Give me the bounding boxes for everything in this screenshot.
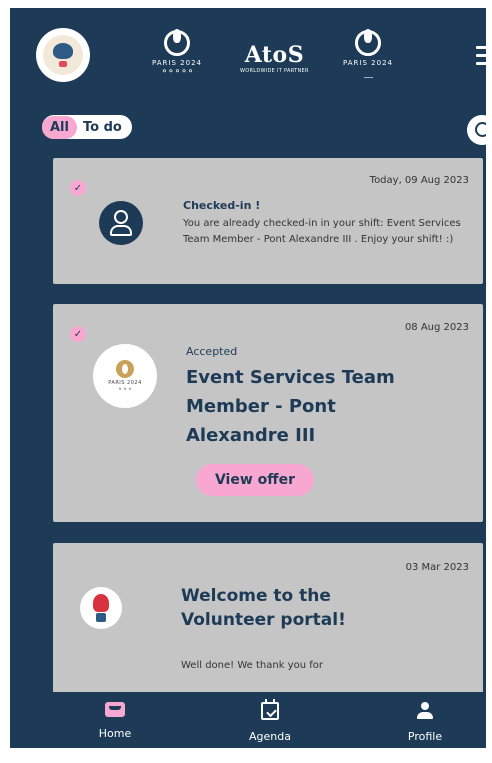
card-date: 08 Aug 2023 bbox=[404, 322, 469, 333]
search-icon[interactable] bbox=[467, 115, 486, 145]
atos-name: AtoS bbox=[244, 42, 305, 68]
atos-logo: AtoS WORLDWIDE IT PARTNER bbox=[240, 42, 309, 74]
hamburger-menu-icon[interactable] bbox=[476, 46, 486, 70]
mascot-avatar-icon bbox=[80, 587, 122, 629]
filter-todo-button[interactable]: To do bbox=[77, 120, 122, 135]
nav-home-label: Home bbox=[98, 727, 132, 740]
flame-icon bbox=[116, 359, 134, 378]
flame-icon bbox=[354, 29, 381, 56]
atos-tagline: WORLDWIDE IT PARTNER bbox=[240, 68, 309, 74]
bottom-navigation: Home Agenda Profile bbox=[10, 692, 486, 748]
home-inbox-icon bbox=[105, 702, 125, 717]
offer-accepted-card[interactable]: ✓ 08 Aug 2023 PARIS 2024 ⚬⚬⚬ Accepted Ev… bbox=[53, 304, 483, 522]
flame-icon bbox=[163, 29, 190, 56]
olympic-rings-icon: ⚬⚬⚬ bbox=[117, 385, 133, 393]
filter-all-button[interactable]: All bbox=[42, 115, 77, 139]
offer-title: Event Services Team Member - Pont Alexan… bbox=[186, 367, 395, 446]
nav-profile[interactable]: Profile bbox=[380, 692, 470, 743]
card-date: 03 Mar 2023 bbox=[405, 562, 469, 573]
user-icon bbox=[416, 702, 434, 720]
paris-2024-olympic-logo: PARIS 2024 ⚬⚬⚬⚬⚬ bbox=[152, 29, 202, 77]
offer-status: Accepted bbox=[186, 345, 238, 358]
check-icon: ✓ bbox=[70, 326, 86, 342]
paralympic-agitos-icon: ﹏ bbox=[363, 70, 373, 80]
olympic-logo-text: PARIS 2024 bbox=[152, 59, 202, 67]
calendar-check-icon bbox=[261, 699, 279, 720]
volunteer-avatar-icon bbox=[99, 201, 143, 245]
volunteer-badge-logo bbox=[36, 28, 90, 82]
welcome-card[interactable]: 03 Mar 2023 Welcome to the Volunteer por… bbox=[53, 543, 483, 703]
volunteer-mascot-icon bbox=[43, 35, 83, 75]
app-header: PARIS 2024 ⚬⚬⚬⚬⚬ AtoS WORLDWIDE IT PARTN… bbox=[10, 8, 486, 103]
card-body: Well done! We thank you for bbox=[181, 660, 323, 671]
card-title: Checked-in ! bbox=[183, 199, 261, 212]
view-offer-button[interactable]: View offer bbox=[196, 464, 314, 496]
nav-agenda-label: Agenda bbox=[249, 730, 291, 743]
app-screen: PARIS 2024 ⚬⚬⚬⚬⚬ AtoS WORLDWIDE IT PARTN… bbox=[10, 8, 486, 748]
card-body: You are already checked-in in your shift… bbox=[183, 218, 461, 245]
check-icon: ✓ bbox=[70, 180, 86, 196]
paris-2024-logo: PARIS 2024 ⚬⚬⚬ bbox=[93, 344, 157, 408]
card-title: Welcome to the Volunteer portal! bbox=[181, 586, 346, 630]
nav-home[interactable]: Home bbox=[70, 692, 160, 740]
checkin-notification-card[interactable]: ✓ Today, 09 Aug 2023 Checked-in ! You ar… bbox=[53, 158, 483, 284]
nav-agenda[interactable]: Agenda bbox=[225, 692, 315, 743]
nav-profile-label: Profile bbox=[407, 730, 443, 743]
paris-2024-paralympic-logo: PARIS 2024 ﹏ bbox=[343, 29, 393, 80]
filter-toggle: All To do bbox=[42, 115, 132, 139]
paralympic-logo-text: PARIS 2024 bbox=[343, 59, 393, 67]
card-date: Today, 09 Aug 2023 bbox=[369, 175, 469, 186]
olympic-rings-icon: ⚬⚬⚬⚬⚬ bbox=[160, 67, 195, 77]
